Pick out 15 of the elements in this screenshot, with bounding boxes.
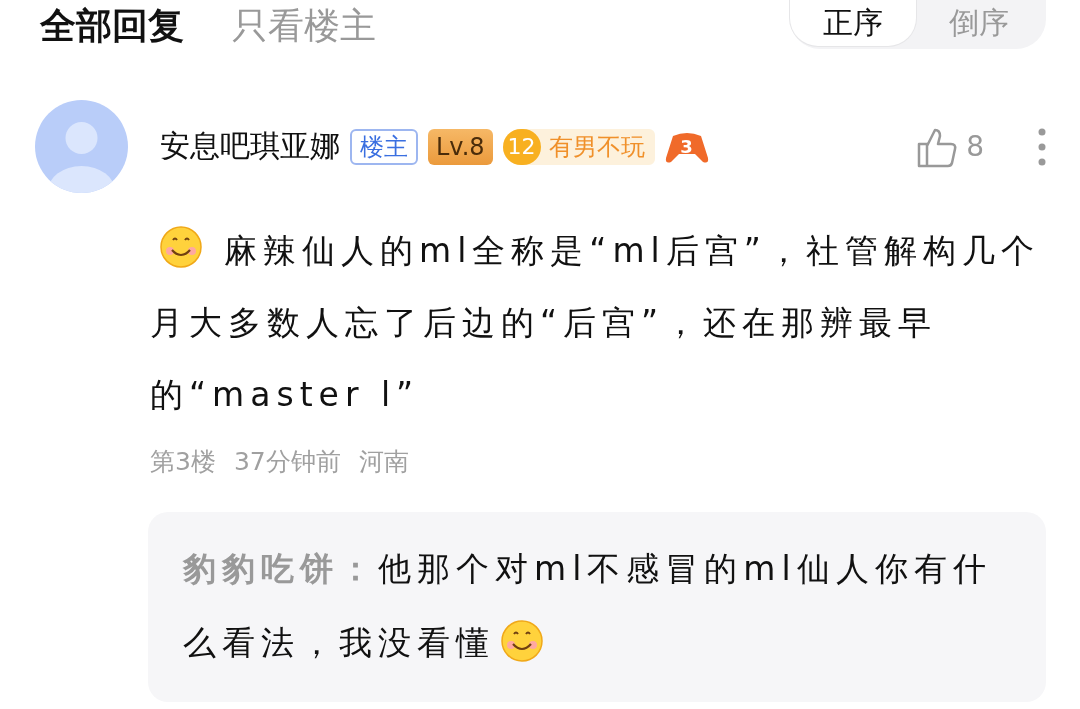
author-badge: 楼主 — [350, 128, 418, 165]
smiley-emoji-icon — [160, 226, 202, 268]
reply-text: 豹豹吃饼：他那个对ml不感冒的ml仙人你有什么看法，我没看懂 — [183, 548, 993, 664]
more-options-icon[interactable] — [1038, 127, 1046, 166]
post-location: 河南 — [358, 446, 409, 478]
sort-option[interactable]: 正序 — [790, 0, 916, 46]
post-text: 麻辣仙人的ml全称是“ml后宫”，社管解构几个月大多数人忘了后边的“后宫”，还在那辨最早的“master l” — [150, 215, 1046, 431]
reply-filter-tab[interactable]: 全部回复 — [40, 2, 184, 51]
username[interactable]: 安息吧琪亚娜 — [160, 126, 340, 167]
smiley-emoji-icon — [501, 620, 543, 662]
post-time: 37分钟前 — [233, 446, 341, 478]
fan-badge: 12 有男不玩 — [502, 128, 655, 165]
floor-number: 第3楼 — [150, 446, 216, 478]
level-badge: Lv.8 — [428, 128, 493, 165]
reply-card[interactable]: 豹豹吃饼：他那个对ml不感冒的ml仙人你有什么看法，我没看懂 — [148, 512, 1046, 702]
